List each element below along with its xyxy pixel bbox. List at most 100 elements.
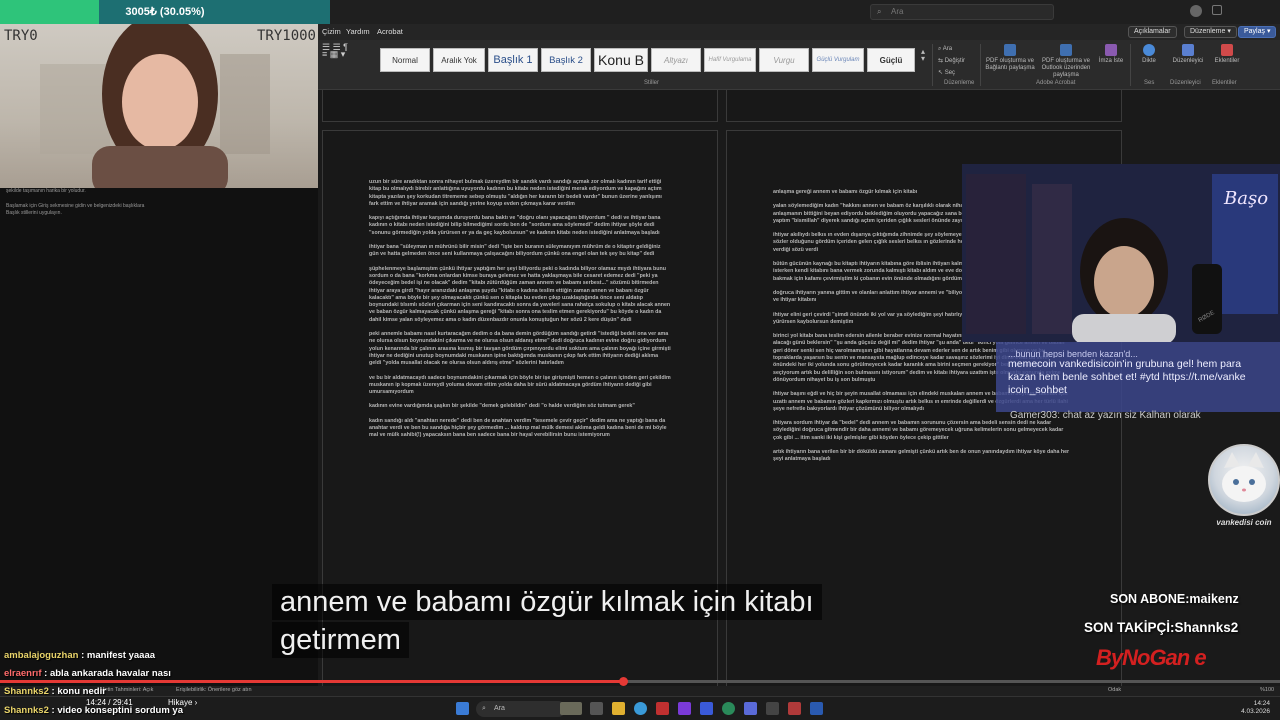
chat-username: Shannks2 [4, 686, 49, 697]
app-icon[interactable] [766, 702, 779, 715]
document-paragraph: peki annemle babamı nasıl kurtaracağım d… [369, 331, 671, 367]
word-icon[interactable] [700, 702, 713, 715]
editing-tools: ⌕ Ara ⇆ Değiştir ↖ Seç [938, 43, 978, 79]
word-menubar: Çizim Yardım Acrobat Açıklamalar Düzenle… [318, 24, 1280, 40]
chat-message: Shannks2 : video konseptini sordum ya [4, 705, 183, 716]
zoom-level[interactable]: %100 [1260, 687, 1274, 693]
find-button[interactable]: ⌕ Ara [938, 46, 952, 52]
donation-goal-bar: 3005₺ (30.05%) [0, 0, 330, 24]
dictate-button[interactable]: Dikte [1136, 44, 1162, 65]
start-button[interactable] [456, 702, 469, 715]
last-follower: SON TAKİPÇİ:Shannks2 [1084, 620, 1239, 635]
chat-overlay-line: kazan hem benle sohbet et! #ytd https://… [1008, 371, 1246, 383]
document-paragraph: kadın sandığı aldı "anahtarı nerede" ded… [369, 417, 667, 439]
app-icon[interactable] [678, 702, 691, 715]
app-icon[interactable] [788, 702, 801, 715]
style-emphasis[interactable]: Vurgu [759, 48, 809, 72]
ribbon-separator [1130, 44, 1131, 86]
chat-highlight-overlay: ...bunun hepsi benden kazan'd... memecoi… [996, 342, 1280, 412]
word-titlebar: ⌕ Ara [318, 0, 1280, 24]
cat-face-icon [1222, 452, 1266, 502]
select-button[interactable]: ↖ Seç [938, 70, 955, 76]
chat-username: Shannks2 [4, 705, 49, 716]
style-title[interactable]: Konu B [594, 48, 648, 72]
chat-text: konu nedir [57, 686, 106, 697]
tray-time: 14:24 [1253, 700, 1270, 707]
style-no-spacing[interactable]: Aralık Yok [433, 48, 485, 72]
ribbon-separator [932, 44, 933, 86]
word-search-input[interactable]: ⌕ Ara [870, 4, 1054, 20]
subtitle-caption: annem ve babamı özgür kılmak için kitabı… [272, 584, 892, 660]
video-progress-fill [0, 680, 624, 683]
task-view-icon[interactable] [590, 702, 603, 715]
addins-button[interactable]: Eklentiler [1212, 44, 1242, 65]
share-button[interactable]: Paylaş ▾ [1238, 26, 1277, 38]
edge-icon[interactable] [634, 702, 647, 715]
focus-mode-button[interactable]: Odak [1108, 687, 1121, 693]
webcam-left: TRY0 TRY1000 [0, 24, 318, 188]
pdf-mail-icon [1060, 44, 1072, 56]
chat-username: elraenrıf [4, 668, 42, 679]
search-icon: ⌕ [482, 705, 486, 712]
widgets-icon[interactable] [560, 702, 582, 715]
style-heading-2[interactable]: Başlık 2 [541, 48, 591, 72]
style-subtitle[interactable]: Altyazı [651, 48, 701, 72]
addins-group-label: Eklentiler [1212, 80, 1237, 86]
tray-date: 4.03.2026 [1241, 708, 1270, 715]
document-paragraph: uzun bir süre aradıktan sonra nihayet bu… [369, 179, 662, 207]
previous-page-left [322, 90, 718, 122]
style-intense-emphasis[interactable]: Güçlü Vurgulam [812, 48, 864, 72]
pen-icon [1182, 44, 1194, 56]
taskbar-search[interactable]: ⌕ Ara [476, 701, 566, 717]
navigation-note-2: Başlamak için Giriş sekmesine gidin ve b… [6, 203, 145, 216]
chrome-icon[interactable] [722, 702, 735, 715]
cat-avatar [1208, 444, 1280, 516]
signature-icon [1105, 44, 1117, 56]
style-subtle-emphasis[interactable]: Hafif Vurgulama [704, 48, 756, 72]
replace-button[interactable]: ⇆ Değiştir [938, 58, 965, 64]
chat-overlay-next-message: Gamer303: chat az yazın siz Kalhan olara… [1010, 410, 1201, 421]
webcam-right: Başo RØDE [962, 164, 1280, 342]
minimize-button[interactable] [1212, 5, 1222, 15]
tab-draw[interactable]: Çizim [322, 27, 341, 36]
chat-message: Shannks2 : konu nedir [4, 686, 106, 697]
tray-clock[interactable]: 14:24 4.03.2026 [1241, 700, 1270, 716]
document-paragraph: ve bu bir aldatmacaydı sadece boynumdaki… [369, 374, 671, 396]
chat-overlay-line: ...bunun hepsi benden kazan'd... [1008, 349, 1138, 358]
comments-button[interactable]: Açıklamalar [1128, 26, 1177, 38]
discord-icon[interactable] [744, 702, 757, 715]
editor-button[interactable]: Düzenleyici [1170, 44, 1206, 65]
pdf-outlook-share-button[interactable]: PDF oluşturma ve Outlook üzerinden payla… [1038, 44, 1094, 79]
video-progress-bar[interactable] [0, 677, 1280, 686]
tab-acrobat[interactable]: Acrobat [377, 27, 403, 36]
text-predictions-status[interactable]: Metin Tahminleri: Açık [100, 687, 153, 693]
tab-help[interactable]: Yardım [346, 27, 370, 36]
app-icon[interactable] [810, 702, 823, 715]
profile-avatar[interactable] [1190, 5, 1202, 17]
styles-more-button[interactable]: ▴ ▾ [918, 48, 928, 63]
style-heading-1[interactable]: Başlık 1 [488, 48, 538, 72]
pdf-icon [1004, 44, 1016, 56]
file-explorer-icon[interactable] [612, 702, 625, 715]
word-statusbar: Metin Tahminleri: Açık Erişilebilirlik: … [0, 686, 1280, 696]
word-ribbon: ☰ ☰ ¶ ≡ ▦ ▾ Normal Aralık Yok Başlık 1 Ba… [318, 40, 1280, 90]
accessibility-status[interactable]: Erişilebilirlik: Önerilere göz atın [176, 687, 252, 693]
cat-avatar-name: vankedisi coin [1216, 518, 1272, 527]
paragraph-tools[interactable]: ☰ ☰ ¶ ≡ ▦ ▾ [322, 43, 372, 59]
donation-goal-text: 3005₺ (30.05%) [125, 6, 205, 18]
editor-group-label: Düzenleyici [1170, 80, 1201, 86]
addins-icon [1221, 44, 1233, 56]
navigation-note-1: şekilde taşımanın harika bir yoludur. [6, 188, 86, 194]
voice-group-label: Ses [1144, 80, 1155, 86]
pdf-link-share-button[interactable]: PDF oluşturma ve Bağlantı paylaşma [984, 44, 1036, 72]
microphone-icon [1143, 44, 1155, 56]
style-strong[interactable]: Güçlü [867, 48, 915, 72]
app-icon[interactable] [656, 702, 669, 715]
chat-overlay-line: memecoin vankedisicoin'in grubuna gel! h… [1008, 358, 1242, 370]
style-normal[interactable]: Normal [380, 48, 430, 72]
editing-mode-button[interactable]: Düzenleme ▾ [1184, 26, 1237, 38]
request-signature-button[interactable]: İmza İste [1096, 44, 1126, 65]
previous-page-right [726, 90, 1122, 122]
adobe-group-label: Adobe Acrobat [1036, 80, 1076, 86]
document-paragraph: şüphelenmeye başlamıştım çünkü ihtiyar y… [369, 265, 671, 323]
